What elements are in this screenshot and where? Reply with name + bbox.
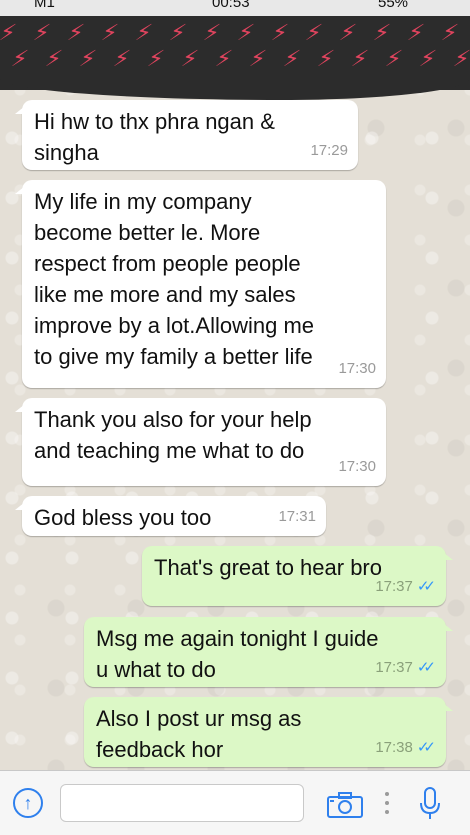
status-time: 00:53	[212, 0, 250, 11]
microphone-icon[interactable]	[418, 786, 442, 822]
message-input[interactable]	[60, 784, 304, 822]
message-text: God bless you too	[34, 505, 212, 530]
redaction-bolt-icon: ⚡	[451, 46, 470, 71]
redaction-bolt-icon: ⚡	[43, 46, 65, 71]
redaction-bolt-icon: ⚡	[9, 46, 31, 71]
message-time: 17:38	[375, 739, 413, 756]
redaction-bolt-icon: ⚡	[337, 20, 359, 45]
redaction-bolt-icon: ⚡	[235, 20, 257, 45]
redaction-bolt-icon: ⚡	[315, 46, 337, 71]
redaction-bolt-icon: ⚡	[383, 46, 405, 71]
message-text: Hi hw to thx phra ngan & singha	[34, 109, 275, 165]
upload-arrow-icon[interactable]: ↑	[13, 788, 43, 818]
redaction-bolt-icon: ⚡	[247, 46, 269, 71]
redaction-bolt-icon: ⚡	[133, 20, 155, 45]
redaction-bolt-icon: ⚡	[111, 46, 133, 71]
redaction-bolt-icon: ⚡	[213, 46, 235, 71]
redaction-bolt-icon: ⚡	[417, 46, 439, 71]
message-time: 17:31	[278, 508, 316, 525]
redaction-bolt-icon: ⚡	[65, 20, 87, 45]
redaction-bolt-icon: ⚡	[349, 46, 371, 71]
message-time: 17:30	[338, 458, 376, 475]
message-text: Thank you also for your help and teachin…	[34, 407, 312, 463]
redaction-bolt-icon: ⚡	[31, 20, 53, 45]
redaction-bolt-icon: ⚡	[281, 46, 303, 71]
redaction-bolt-icon: ⚡	[167, 20, 189, 45]
redaction-bolt-icon: ⚡	[371, 20, 393, 45]
redaction-bolt-icon: ⚡	[405, 20, 427, 45]
redaction-bolt-icon: ⚡	[439, 20, 461, 45]
status-bar: M1 00:53 55%	[0, 0, 470, 16]
redaction-bolt-icon: ⚡	[179, 46, 201, 71]
message-time: 17:30	[338, 360, 376, 377]
redaction-bolt-icon: ⚡	[0, 20, 19, 45]
status-battery: 55%	[378, 0, 409, 11]
chat-header-redacted: M1 00:53 55% ⚡ ⚡ ⚡ ⚡ ⚡ ⚡ ⚡ ⚡ ⚡ ⚡ ⚡ ⚡ ⚡ ⚡ ⚡ ⚡ ⚡ ⚡ ⚡ ⚡ ⚡ ⚡ ⚡ ⚡ ⚡ ⚡ ⚡…	[0, 0, 470, 90]
message-time: 17:37	[375, 578, 413, 595]
redaction-bolt-icon: ⚡	[269, 20, 291, 45]
message-input-bar: ↑	[0, 770, 470, 835]
message-bubble-incoming[interactable]: My life in my company become better le. …	[15, 180, 386, 388]
more-dots-icon[interactable]	[385, 788, 389, 818]
redaction-bolt-icon: ⚡	[77, 46, 99, 71]
message-time: 17:29	[310, 142, 348, 159]
read-receipt-icon: ✓✓	[416, 739, 436, 756]
message-bubble-incoming[interactable]: God bless you too 17:31	[15, 496, 326, 536]
redaction-bolt-icon: ⚡	[99, 20, 121, 45]
message-bubble-incoming[interactable]: Hi hw to thx phra ngan & singha 17:29	[15, 100, 358, 170]
read-receipt-icon: ✓✓	[416, 578, 436, 595]
message-bubble-outgoing[interactable]: Also I post ur msg as feedback hor 17:38…	[84, 697, 453, 767]
message-time: 17:37	[375, 659, 413, 676]
message-text: My life in my company become better le. …	[34, 189, 315, 369]
read-receipt-icon: ✓✓	[416, 659, 436, 676]
message-bubble-outgoing[interactable]: That's great to hear bro 17:37 ✓✓	[142, 546, 453, 606]
message-bubble-incoming[interactable]: Thank you also for your help and teachin…	[15, 398, 386, 486]
camera-icon[interactable]	[327, 792, 363, 818]
status-carrier: M1	[34, 0, 55, 11]
redaction-bolt-icon: ⚡	[201, 20, 223, 45]
redaction-bolt-icon: ⚡	[303, 20, 325, 45]
redaction-bolt-icon: ⚡	[145, 46, 167, 71]
message-bubble-outgoing[interactable]: Msg me again tonight I guide u what to d…	[84, 617, 453, 687]
